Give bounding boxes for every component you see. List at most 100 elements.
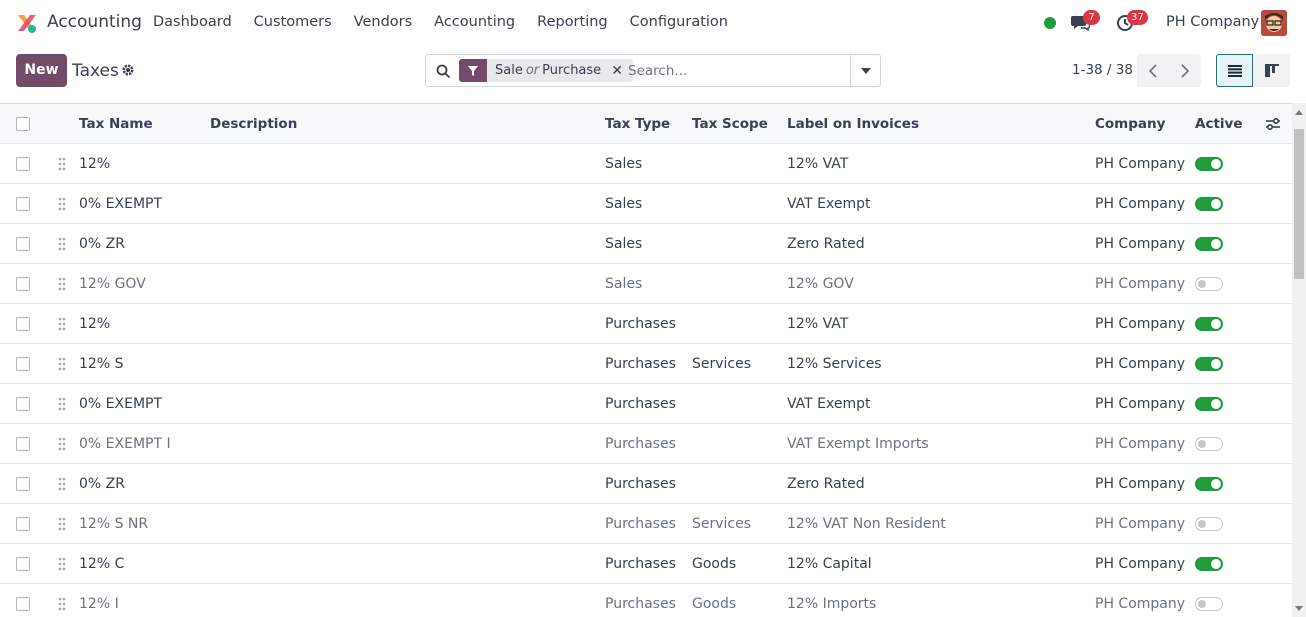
table-row[interactable]: 12% Purchases 12% VAT PH Company: [0, 304, 1292, 344]
row-select-checkbox[interactable]: [16, 397, 30, 411]
active-toggle[interactable]: [1195, 437, 1223, 451]
app-logo-icon[interactable]: [16, 12, 38, 34]
gear-icon[interactable]: [121, 63, 135, 77]
search-input[interactable]: [628, 61, 843, 81]
label-on-invoices-cell: 12% VAT: [787, 156, 849, 172]
active-toggle[interactable]: [1195, 557, 1223, 571]
drag-handle-icon[interactable]: [58, 397, 66, 411]
app-name[interactable]: Accounting: [47, 12, 142, 32]
search-options-toggle[interactable]: [850, 55, 880, 86]
table-row[interactable]: 12% Sales 12% VAT PH Company: [0, 144, 1292, 184]
drag-handle-icon[interactable]: [58, 357, 66, 371]
list-view-button[interactable]: [1216, 54, 1253, 87]
drag-handle-icon[interactable]: [58, 277, 66, 291]
menu-vendors[interactable]: Vendors: [354, 14, 413, 30]
active-toggle[interactable]: [1195, 237, 1223, 251]
row-select-checkbox[interactable]: [16, 157, 30, 171]
tax-name-cell: 12% C: [79, 556, 125, 572]
new-button[interactable]: New: [16, 54, 67, 87]
label-on-invoices-cell: 12% Capital: [787, 556, 872, 572]
table-row[interactable]: 0% ZR Sales Zero Rated PH Company: [0, 224, 1292, 264]
column-header-company[interactable]: Company: [1095, 104, 1165, 144]
column-header-tax-scope[interactable]: Tax Scope: [692, 104, 768, 144]
table-row[interactable]: 0% EXEMPT Sales VAT Exempt PH Company: [0, 184, 1292, 224]
search-bar: Sale or Purchase ✕: [425, 54, 881, 87]
row-select-checkbox[interactable]: [16, 597, 30, 611]
tax-name-cell: 12% S NR: [79, 516, 149, 532]
pager-next-button[interactable]: [1169, 54, 1201, 87]
pager-value[interactable]: 1-38 / 38: [1072, 62, 1133, 78]
row-select-checkbox[interactable]: [16, 437, 30, 451]
menu-dashboard[interactable]: Dashboard: [153, 14, 232, 30]
table-row[interactable]: 12% C Purchases Goods 12% Capital PH Company: [0, 544, 1292, 584]
company-switcher[interactable]: PH Company: [1166, 14, 1259, 30]
label-on-invoices-cell: VAT Exempt: [787, 196, 871, 212]
tax-name-cell: 12%: [79, 316, 111, 332]
drag-handle-icon[interactable]: [58, 437, 66, 451]
active-toggle[interactable]: [1195, 317, 1223, 331]
menu-accounting[interactable]: Accounting: [434, 14, 515, 30]
optional-columns-icon[interactable]: [1265, 116, 1281, 132]
row-select-checkbox[interactable]: [16, 237, 30, 251]
drag-handle-icon[interactable]: [58, 237, 66, 251]
tax-type-cell: Sales: [605, 236, 643, 252]
column-header-tax-type[interactable]: Tax Type: [605, 104, 670, 144]
row-select-checkbox[interactable]: [16, 197, 30, 211]
drag-handle-icon[interactable]: [58, 517, 66, 531]
select-all-checkbox[interactable]: [16, 117, 30, 131]
table-row[interactable]: 0% EXEMPT I Purchases VAT Exempt Imports PH…: [0, 424, 1292, 464]
drag-handle-icon[interactable]: [58, 477, 66, 491]
scrollbar-thumb[interactable]: [1294, 129, 1304, 279]
page-title[interactable]: Taxes: [72, 61, 119, 81]
column-header-label-on-invoices[interactable]: Label on Invoices: [787, 104, 919, 144]
chevron-down-icon: [860, 67, 871, 74]
tax-name-cell: 0% ZR: [79, 476, 125, 492]
table-row[interactable]: 12% S NR Purchases Services 12% VAT Non Res…: [0, 504, 1292, 544]
active-toggle[interactable]: [1195, 357, 1223, 371]
company-cell: PH Company: [1095, 556, 1186, 572]
column-header-description[interactable]: Description: [210, 104, 297, 144]
facet-value-sale: Sale: [495, 63, 523, 78]
pager-previous-button[interactable]: [1137, 54, 1169, 87]
vertical-scrollbar[interactable]: [1292, 103, 1306, 617]
row-select-checkbox[interactable]: [16, 277, 30, 291]
column-header-active[interactable]: Active: [1195, 104, 1243, 144]
drag-handle-icon[interactable]: [58, 317, 66, 331]
label-on-invoices-cell: 12% VAT Non Resident: [787, 516, 946, 532]
table-row[interactable]: 0% ZR Purchases Zero Rated PH Company: [0, 464, 1292, 504]
menu-reporting[interactable]: Reporting: [537, 14, 608, 30]
row-select-checkbox[interactable]: [16, 517, 30, 531]
table-row[interactable]: 12% I Purchases Goods 12% Imports PH Company: [0, 584, 1292, 617]
row-select-checkbox[interactable]: [16, 557, 30, 571]
active-toggle[interactable]: [1195, 397, 1223, 411]
active-toggle[interactable]: [1195, 197, 1223, 211]
label-on-invoices-cell: VAT Exempt Imports: [787, 436, 929, 452]
table-row[interactable]: 12% S Purchases Services 12% Services PH Com…: [0, 344, 1292, 384]
scroll-down-icon[interactable]: [1295, 606, 1303, 611]
drag-handle-icon[interactable]: [58, 557, 66, 571]
label-on-invoices-cell: Zero Rated: [787, 476, 865, 492]
menu-configuration[interactable]: Configuration: [630, 14, 728, 30]
row-select-checkbox[interactable]: [16, 317, 30, 331]
active-toggle[interactable]: [1195, 277, 1223, 291]
kanban-view-button[interactable]: [1253, 54, 1290, 87]
active-toggle[interactable]: [1195, 157, 1223, 171]
kanban-view-icon: [1264, 64, 1279, 77]
facet-value-purchase: Purchase: [542, 63, 602, 78]
avatar[interactable]: [1261, 10, 1287, 36]
row-select-checkbox[interactable]: [16, 477, 30, 491]
drag-handle-icon[interactable]: [58, 157, 66, 171]
active-toggle[interactable]: [1195, 517, 1223, 531]
drag-handle-icon[interactable]: [58, 197, 66, 211]
drag-handle-icon[interactable]: [58, 597, 66, 611]
column-header-tax-name[interactable]: Tax Name: [79, 104, 153, 144]
table-row[interactable]: 0% EXEMPT Purchases VAT Exempt PH Company: [0, 384, 1292, 424]
tax-type-cell: Purchases: [605, 356, 676, 372]
active-toggle[interactable]: [1195, 477, 1223, 491]
menu-customers[interactable]: Customers: [254, 14, 332, 30]
row-select-checkbox[interactable]: [16, 357, 30, 371]
table-row[interactable]: 12% GOV Sales 12% GOV PH Company: [0, 264, 1292, 304]
tax-type-cell: Purchases: [605, 556, 676, 572]
active-toggle[interactable]: [1195, 597, 1223, 611]
scroll-up-icon[interactable]: [1295, 110, 1303, 115]
